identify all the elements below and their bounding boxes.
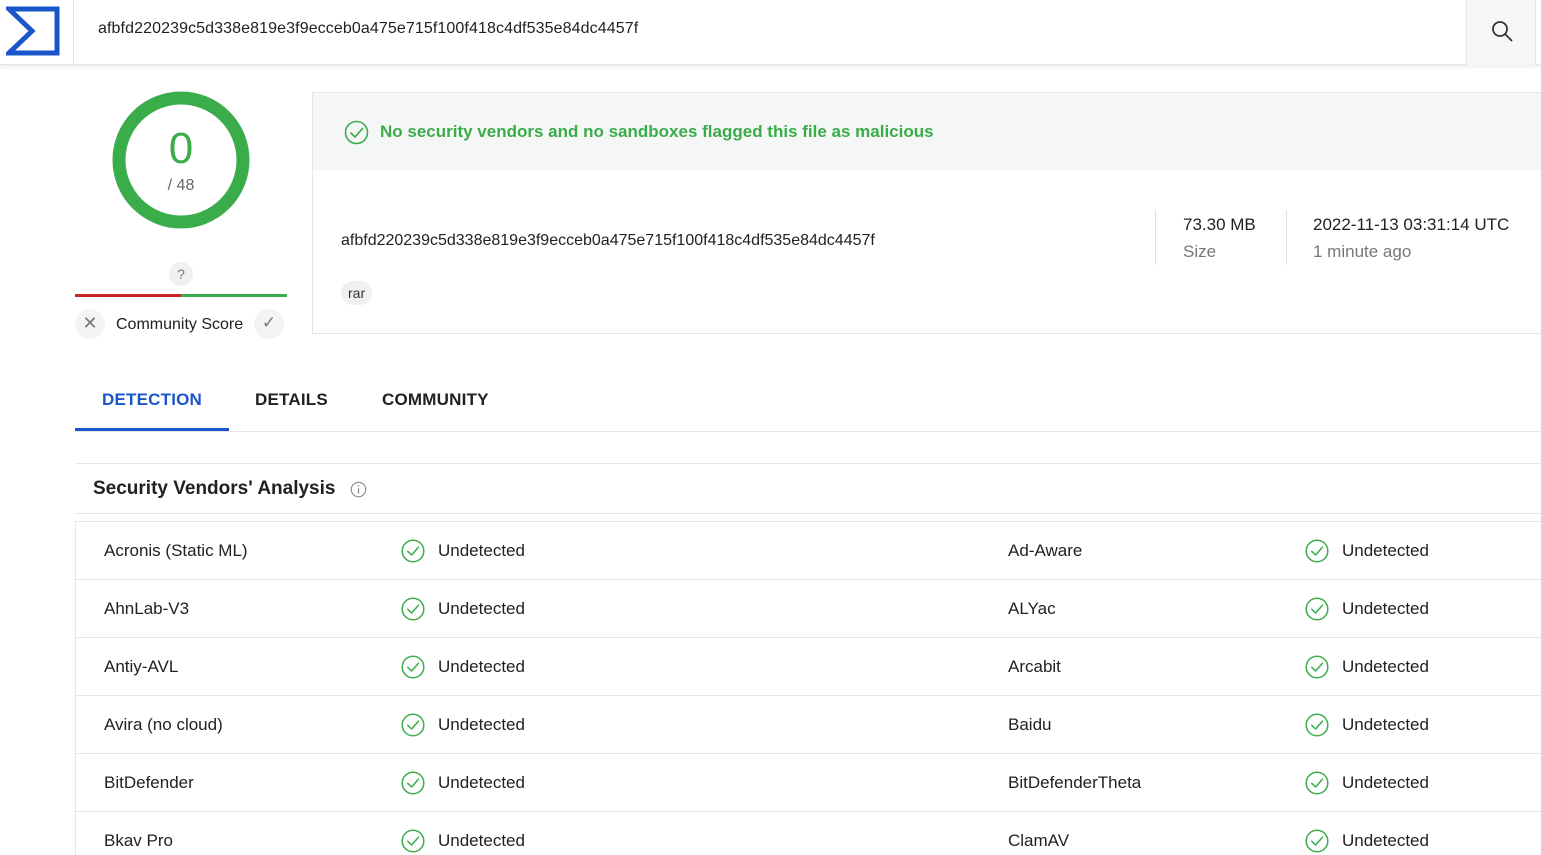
check-icon: ✓	[261, 313, 277, 332]
check-circle-icon	[1305, 655, 1329, 679]
tab-community[interactable]: COMMUNITY	[382, 390, 489, 410]
table-row: Acronis (Static ML) Undetected Ad-Aware …	[76, 522, 1541, 580]
file-hash[interactable]: afbfd220239c5d338e819e3f9ecceb0a475e715f…	[341, 232, 875, 250]
vendor-status: Undetected	[438, 541, 525, 560]
analysis-date: 2022-11-13 03:31:14 UTC	[1313, 215, 1510, 234]
file-type-tag[interactable]: rar	[341, 281, 373, 305]
vendor-status: Undetected	[438, 831, 525, 850]
detection-count: 0	[168, 124, 194, 173]
file-size-value: 73.30 MB	[1183, 215, 1256, 234]
community-bar-malicious	[75, 294, 181, 297]
vendor-status: Undetected	[1342, 541, 1429, 560]
vendor-name: Arcabit	[1008, 657, 1061, 676]
tab-details[interactable]: DETAILS	[255, 390, 328, 410]
check-circle-icon	[1305, 771, 1329, 795]
active-tab-indicator	[75, 428, 229, 431]
vendor-name: Baidu	[1008, 715, 1052, 734]
table-row: Bkav Pro Undetected ClamAV Undetected	[76, 812, 1541, 855]
check-circle-icon	[401, 771, 425, 795]
verdict-banner: No security vendors and no sandboxes fla…	[313, 93, 1541, 170]
table-row: AhnLab-V3 Undetected ALYac Undetected	[76, 580, 1541, 638]
divider	[1286, 210, 1287, 265]
check-circle-icon	[401, 829, 425, 853]
vendor-name: ALYac	[1008, 599, 1056, 618]
vendor-name: Acronis (Static ML)	[104, 541, 248, 560]
vendor-name: ClamAV	[1008, 831, 1070, 850]
logo-icon	[6, 6, 60, 56]
vendor-name: Bkav Pro	[104, 831, 173, 850]
file-size-label: Size	[1183, 242, 1217, 261]
file-summary-card: No security vendors and no sandboxes fla…	[312, 92, 1541, 334]
search-icon	[1492, 21, 1513, 42]
table-row: Avira (no cloud) Undetected Baidu Undete…	[76, 696, 1541, 754]
check-circle-icon	[401, 539, 425, 563]
vendor-name: BitDefender	[104, 773, 194, 792]
community-score-value: ?	[169, 262, 193, 286]
top-bar: afbfd220239c5d338e819e3f9ecceb0a475e715f…	[0, 0, 1541, 65]
vendor-status: Undetected	[1342, 599, 1429, 618]
engine-total: / 48	[167, 177, 195, 194]
vendor-status: Undetected	[1342, 715, 1429, 734]
check-circle-icon	[1305, 829, 1329, 853]
virustotal-logo[interactable]	[0, 0, 74, 65]
vendor-name: Ad-Aware	[1008, 541, 1083, 560]
info-icon[interactable]	[350, 481, 367, 498]
vendor-name: Avira (no cloud)	[104, 715, 223, 734]
search-button[interactable]	[1466, 0, 1536, 65]
check-circle-icon	[1305, 597, 1329, 621]
report-tabs: DETECTION DETAILS COMMUNITY	[75, 370, 1541, 432]
vendors-table: Acronis (Static ML) Undetected Ad-Aware …	[75, 521, 1541, 855]
vendor-status: Undetected	[438, 715, 525, 734]
vendor-status: Undetected	[438, 599, 525, 618]
vendor-name: Antiy-AVL	[104, 657, 179, 676]
vendor-name: BitDefenderTheta	[1008, 773, 1142, 792]
close-icon: ✕	[82, 313, 98, 333]
tab-detection[interactable]: DETECTION	[102, 390, 202, 410]
table-row: Antiy-AVL Undetected Arcabit Undetected	[76, 638, 1541, 696]
check-circle-icon	[1305, 539, 1329, 563]
vendor-status: Undetected	[1342, 657, 1429, 676]
community-bar-harmless	[181, 294, 287, 297]
vendor-status: Undetected	[438, 657, 525, 676]
verdict-text: No security vendors and no sandboxes fla…	[380, 122, 934, 141]
vendors-section-header: Security Vendors' Analysis	[75, 463, 1541, 514]
vote-malicious-button[interactable]: ✕	[75, 309, 105, 339]
check-circle-icon	[401, 713, 425, 737]
vendor-status: Undetected	[1342, 773, 1429, 792]
vendor-status: Undetected	[1342, 831, 1429, 850]
detection-score: 0 / 48 ? ✕ Community Score ✓	[75, 80, 287, 350]
analysis-date-relative: 1 minute ago	[1313, 242, 1412, 261]
check-circle-icon	[401, 597, 425, 621]
search-input[interactable]: afbfd220239c5d338e819e3f9ecceb0a475e715f…	[98, 20, 638, 38]
divider	[1155, 210, 1156, 265]
community-score-label: Community Score	[116, 316, 244, 333]
vendor-name: AhnLab-V3	[104, 599, 190, 618]
check-circle-icon	[344, 120, 369, 145]
vote-harmless-button[interactable]: ✓	[254, 309, 284, 339]
vendor-status: Undetected	[438, 773, 525, 792]
table-row: BitDefender Undetected BitDefenderTheta …	[76, 754, 1541, 812]
check-circle-icon	[401, 655, 425, 679]
section-title: Security Vendors' Analysis	[93, 478, 336, 499]
check-circle-icon	[1305, 713, 1329, 737]
